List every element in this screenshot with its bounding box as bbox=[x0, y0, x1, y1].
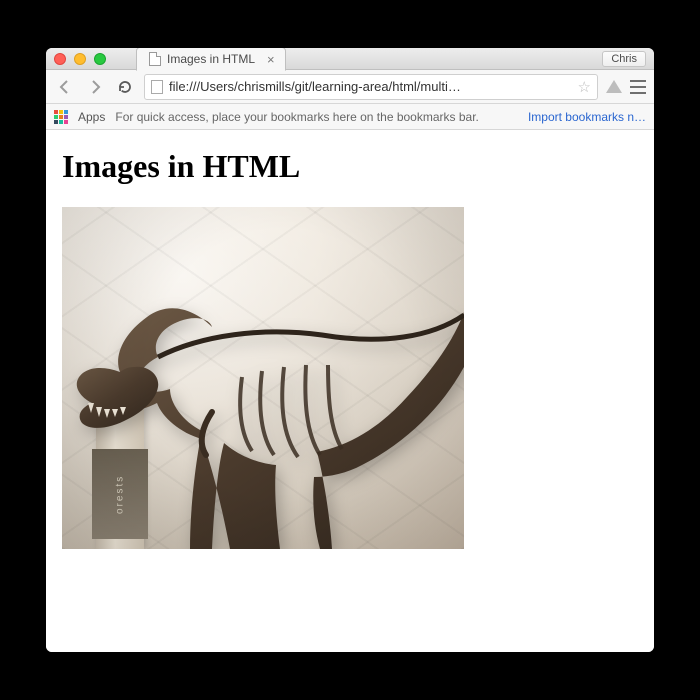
drive-icon[interactable] bbox=[606, 80, 622, 93]
bookmarks-hint: For quick access, place your bookmarks h… bbox=[115, 110, 518, 124]
content-image: orests bbox=[62, 207, 464, 549]
image-vignette bbox=[62, 207, 464, 549]
apps-icon[interactable] bbox=[54, 110, 68, 124]
apps-label[interactable]: Apps bbox=[78, 110, 105, 124]
forward-button[interactable] bbox=[84, 76, 106, 98]
page-heading: Images in HTML bbox=[62, 148, 638, 185]
url-text: file:///Users/chrismills/git/learning-ar… bbox=[169, 79, 572, 94]
hamburger-menu-icon[interactable] bbox=[630, 80, 646, 94]
maximize-window-button[interactable] bbox=[94, 53, 106, 65]
import-bookmarks-link[interactable]: Import bookmarks n… bbox=[528, 110, 646, 124]
tab-strip: Images in HTML × bbox=[136, 48, 286, 70]
window-controls bbox=[54, 53, 106, 65]
titlebar: Images in HTML × Chris bbox=[46, 48, 654, 70]
close-tab-icon[interactable]: × bbox=[267, 52, 275, 67]
bookmarks-bar: Apps For quick access, place your bookma… bbox=[46, 104, 654, 130]
minimize-window-button[interactable] bbox=[74, 53, 86, 65]
browser-tab[interactable]: Images in HTML × bbox=[136, 48, 286, 71]
profile-button[interactable]: Chris bbox=[602, 51, 646, 67]
tab-title: Images in HTML bbox=[167, 52, 255, 66]
bookmark-star-icon[interactable]: ☆ bbox=[578, 78, 591, 96]
page-content: Images in HTML orests bbox=[46, 130, 654, 652]
toolbar: file:///Users/chrismills/git/learning-ar… bbox=[46, 70, 654, 104]
reload-button[interactable] bbox=[114, 76, 136, 98]
back-button[interactable] bbox=[54, 76, 76, 98]
address-bar[interactable]: file:///Users/chrismills/git/learning-ar… bbox=[144, 74, 598, 100]
file-icon bbox=[151, 80, 163, 94]
file-icon bbox=[149, 52, 161, 66]
browser-window: Images in HTML × Chris file:///Users/chr… bbox=[46, 48, 654, 652]
close-window-button[interactable] bbox=[54, 53, 66, 65]
